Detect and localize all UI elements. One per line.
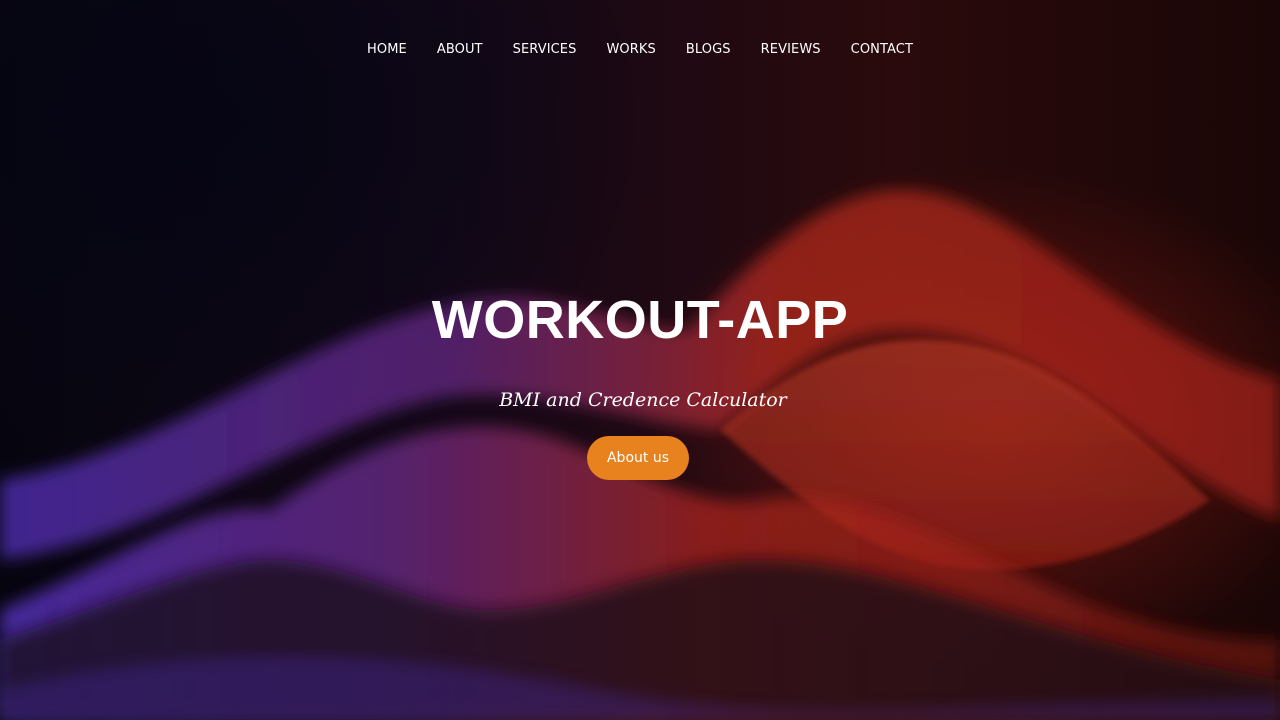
nav-link-blogs[interactable]: BLOGS bbox=[671, 38, 746, 62]
hero-section: HOME ABOUT SERVICES WORKS BLOGS REVIEWS … bbox=[0, 0, 1280, 720]
background-waves-graphic bbox=[0, 190, 1280, 720]
nav-link-reviews[interactable]: REVIEWS bbox=[746, 38, 836, 62]
hero-title: WORKOUT-APP bbox=[431, 290, 849, 350]
nav-link-contact[interactable]: CONTACT bbox=[836, 38, 928, 62]
hero-subtitle: BMI and Credence Calculator bbox=[499, 389, 787, 411]
nav-link-home[interactable]: HOME bbox=[352, 38, 422, 62]
nav-link-about[interactable]: ABOUT bbox=[422, 38, 498, 62]
about-us-button[interactable]: About us bbox=[587, 436, 689, 480]
nav-link-works[interactable]: WORKS bbox=[591, 38, 670, 62]
nav-link-services[interactable]: SERVICES bbox=[498, 38, 592, 62]
main-navigation: HOME ABOUT SERVICES WORKS BLOGS REVIEWS … bbox=[0, 38, 1280, 62]
